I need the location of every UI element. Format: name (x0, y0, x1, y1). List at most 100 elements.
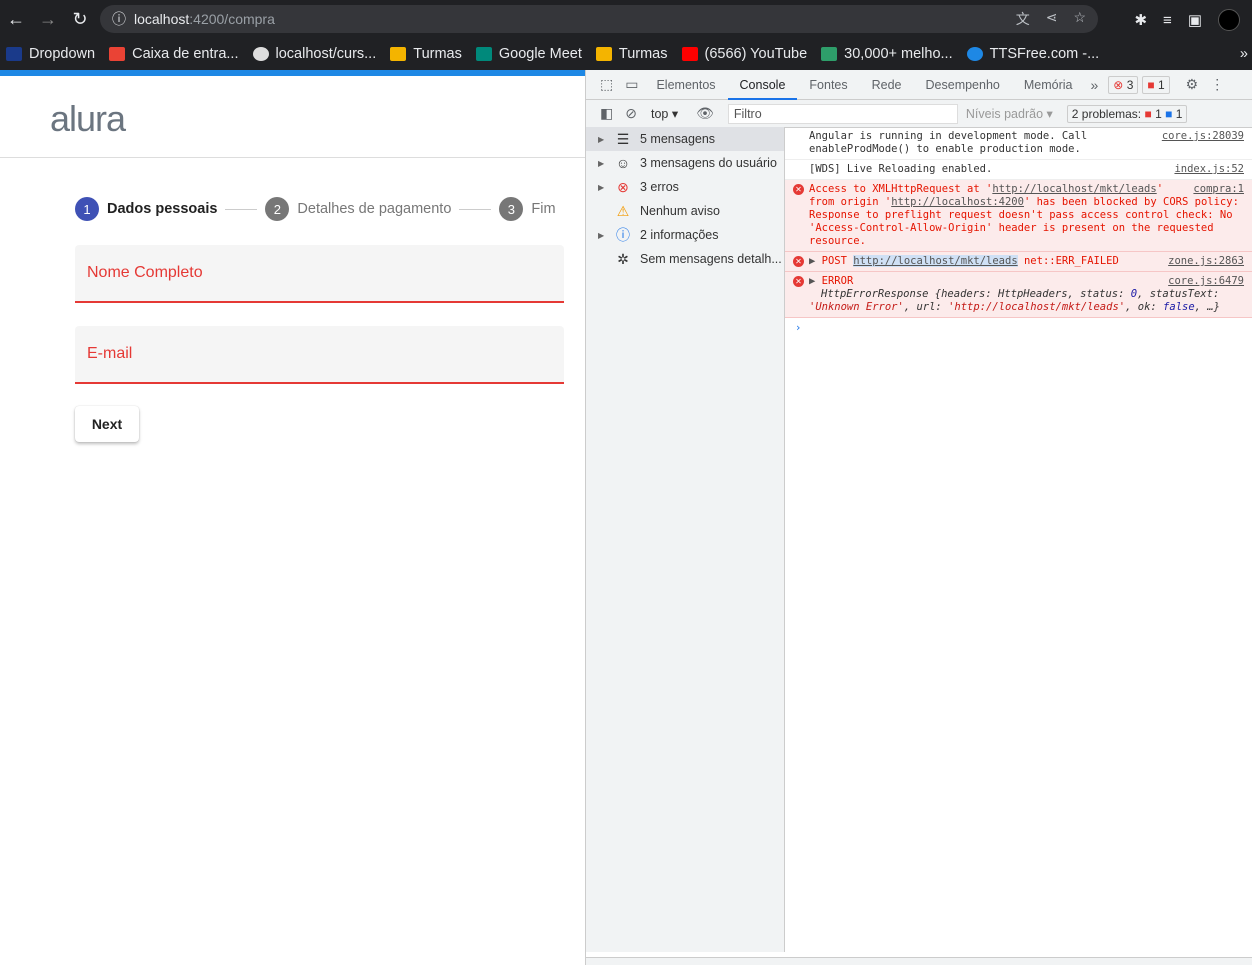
page-content: alura 1 Dados pessoais 2 Detalhes de pagam… (0, 70, 585, 965)
object-text: , url: (903, 301, 949, 313)
step-fim[interactable]: 3 Fim (499, 197, 556, 221)
clear-console-icon[interactable]: ⊘ (619, 105, 643, 122)
browser-toolbar: ← → ↻ ⓘ localhost:4200/compra 文 ⋖ ☆ ✱ ≡ ▣ (0, 0, 1252, 38)
console-error[interactable]: ✕ core.js:6479 ▶ ERROR HttpErrorResponse {h… (785, 272, 1252, 318)
console-prompt[interactable]: › (785, 318, 1252, 339)
devtools-drawer (586, 957, 1252, 965)
url-path: :4200/compra (189, 11, 275, 27)
sidebar-label: Nenhum aviso (640, 204, 720, 218)
message-text: Angular is running in development mode. … (809, 130, 1088, 155)
info-icon[interactable]: ⓘ (112, 9, 126, 29)
live-expression-icon[interactable]: 👁 (690, 105, 720, 122)
bookmark[interactable]: Turmas (595, 46, 668, 62)
error-object[interactable]: HttpErrorResponse {headers: HttpHeaders,… (809, 288, 1220, 313)
tab-memoria[interactable]: Memória (1012, 70, 1085, 100)
object-value: 'Unknown Error' (809, 301, 904, 313)
forward-icon[interactable]: → (32, 9, 64, 30)
bookmark[interactable]: Dropdown (6, 46, 95, 62)
devtools-panel: ⬚ ▭ Elementos Console Fontes Rede Desemp… (585, 70, 1252, 965)
bookmark[interactable]: TTSFree.com -... (966, 46, 1100, 62)
tab-fontes[interactable]: Fontes (797, 70, 859, 100)
next-button[interactable]: Next (75, 406, 139, 442)
email-field[interactable]: E-mail (75, 326, 564, 384)
error-count-badge[interactable]: ⊗ 3 (1108, 75, 1139, 94)
bookmark[interactable]: Caixa de entra... (109, 46, 239, 62)
console-toolbar: ◧ ⊘ top ▾ 👁 Filtro Níveis padrão ▾ 2 pro… (586, 100, 1252, 128)
share-icon[interactable]: ⋖ (1046, 9, 1058, 29)
step-dados-pessoais[interactable]: 1 Dados pessoais (75, 197, 217, 221)
status: net::ERR_FAILED (1023, 255, 1119, 267)
sidebar-item-info[interactable]: ▶ ⓘ 2 informações (586, 223, 784, 247)
sidebar-item-verbose[interactable]: ✲ Sem mensagens detalh... (586, 247, 784, 271)
side-panel-icon[interactable]: ▣ (1188, 11, 1202, 29)
star-icon[interactable]: ☆ (1073, 9, 1086, 29)
message-title: ERROR (821, 275, 854, 287)
step-label: Detalhes de pagamento (297, 201, 452, 217)
console-error[interactable]: ✕ zone.js:2863 ▶ POST http://localhost/mkt… (785, 252, 1252, 272)
sidebar-item-warnings[interactable]: ⚠ Nenhum aviso (586, 199, 784, 223)
object-text: , ok: (1125, 301, 1164, 313)
issue-count: 1 (1157, 77, 1165, 92)
tab-elementos[interactable]: Elementos (644, 70, 727, 100)
bookmark-label: TTSFree.com -... (989, 46, 1100, 62)
bookmark[interactable]: (6566) YouTube (681, 46, 807, 62)
bookmark[interactable]: 30,000+ melho... (821, 46, 953, 62)
address-bar[interactable]: ⓘ localhost:4200/compra 文 ⋖ ☆ (100, 5, 1098, 33)
source-link[interactable]: index.js:52 (1174, 163, 1244, 176)
tab-console[interactable]: Console (727, 70, 798, 100)
sidebar-item-errors[interactable]: ▶ ⊗ 3 erros (586, 175, 784, 199)
name-field[interactable]: Nome Completo (75, 245, 564, 303)
url-link[interactable]: http://localhost:4200 (891, 196, 1024, 208)
sidebar-toggle-icon[interactable]: ◧ (594, 105, 619, 122)
user-icon: ☺ (615, 155, 631, 171)
source-link[interactable]: core.js:6479 (1168, 275, 1244, 288)
step-number: 1 (75, 197, 99, 221)
inspect-icon[interactable]: ⬚ (594, 76, 619, 93)
settings-icon[interactable]: ⚙ (1180, 76, 1205, 93)
extensions-icon[interactable]: ✱ (1134, 11, 1147, 29)
tab-desempenho[interactable]: Desempenho (914, 70, 1012, 100)
bookmarks-bar: Dropdown Caixa de entra... localhost/cur… (0, 38, 1252, 70)
reload-icon[interactable]: ↻ (64, 9, 96, 30)
avatar[interactable] (1218, 9, 1240, 31)
back-icon[interactable]: ← (0, 9, 32, 30)
message-text: Access to XMLHttpRequest at ' (809, 183, 993, 195)
bookmark-label: localhost/curs... (275, 46, 377, 62)
sidebar-item-messages[interactable]: ▶ ☰ 5 mensagens (586, 127, 784, 151)
sidebar-label: 5 mensagens (640, 132, 716, 146)
issue-count-badge[interactable]: ■ 1 (1142, 75, 1170, 94)
device-toolbar-icon[interactable]: ▭ (619, 76, 644, 93)
context-select[interactable]: top ▾ (651, 106, 678, 121)
stepper: 1 Dados pessoais 2 Detalhes de pagamento 3… (75, 197, 556, 221)
sidebar-item-user-messages[interactable]: ▶ ☺ 3 mensagens do usuário (586, 151, 784, 175)
bookmark[interactable]: Turmas (390, 46, 462, 62)
console-messages: core.js:28039 Angular is running in devel… (785, 127, 1252, 339)
problems-errors: 1 (1155, 106, 1162, 121)
bookmark[interactable]: Google Meet (475, 46, 582, 62)
tab-rede[interactable]: Rede (860, 70, 914, 100)
more-bookmarks-icon[interactable]: » (1240, 46, 1248, 62)
source-link[interactable]: compra:1 (1193, 183, 1244, 196)
reading-list-icon[interactable]: ≡ (1163, 12, 1172, 29)
source-link[interactable]: zone.js:2863 (1168, 255, 1244, 268)
warning-icon: ⚠ (616, 202, 630, 219)
bookmark-label: 30,000+ melho... (844, 46, 953, 62)
url-link[interactable]: http://localhost/mkt/leads (992, 183, 1156, 195)
method: POST (821, 255, 847, 267)
filter-input[interactable]: Filtro (727, 103, 958, 124)
source-link[interactable]: core.js:28039 (1162, 130, 1244, 143)
url-link[interactable]: http://localhost/mkt/leads (853, 255, 1018, 267)
devtools-tabs: ⬚ ▭ Elementos Console Fontes Rede Desemp… (586, 70, 1252, 100)
step-detalhes-pagamento[interactable]: 2 Detalhes de pagamento (265, 197, 451, 221)
problems-button[interactable]: 2 problemas: ■ 1 ■ 1 (1066, 104, 1188, 123)
object-value: false (1163, 301, 1195, 313)
more-tabs-icon[interactable]: » (1085, 77, 1105, 93)
error-icon: ✕ (793, 256, 804, 267)
translate-icon[interactable]: 文 (1016, 9, 1030, 29)
bookmark-label: Caixa de entra... (132, 46, 239, 62)
object-text: , statusText: (1137, 288, 1220, 300)
levels-select[interactable]: Níveis padrão ▾ (966, 106, 1053, 121)
object-text: HttpErrorResponse {headers: HttpHeaders,… (821, 288, 1131, 300)
more-options-icon[interactable]: ⋮ (1204, 76, 1230, 93)
bookmark[interactable]: localhost/curs... (252, 46, 377, 62)
